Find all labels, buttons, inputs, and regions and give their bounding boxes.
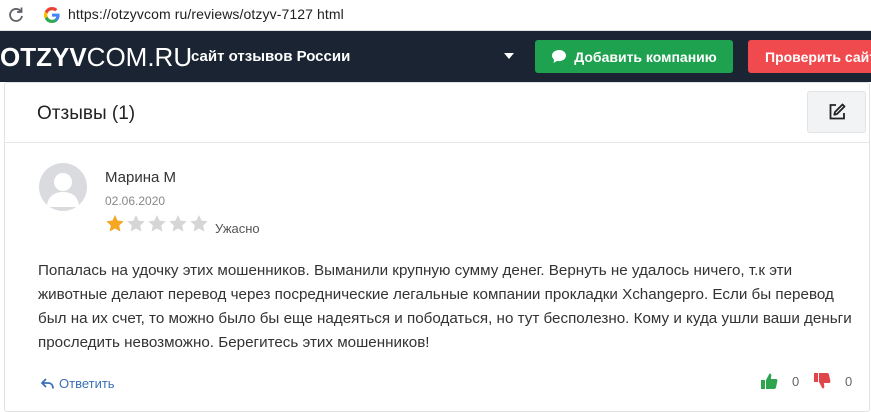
site-logo[interactable]: OTZYVCOM.RU xyxy=(0,42,192,72)
review-date: 02.06.2020 xyxy=(105,194,166,208)
write-review-button[interactable] xyxy=(807,91,866,133)
reply-icon xyxy=(41,377,54,389)
reply-label: Ответить xyxy=(59,376,115,391)
avatar xyxy=(39,163,87,211)
google-icon xyxy=(43,6,60,24)
reload-icon[interactable] xyxy=(6,5,26,25)
star-icon-filled xyxy=(106,215,124,232)
check-site-label: Проверить сайт xyxy=(765,48,871,65)
check-site-button[interactable]: Проверить сайт xyxy=(748,40,871,73)
add-company-button[interactable]: Добавить компанию xyxy=(535,40,733,73)
star-icon-empty xyxy=(190,215,208,232)
reviews-card: Отзывы (1) Марина М 02.06.2020 Ужасно По… xyxy=(4,82,870,412)
reviews-title: Отзывы (1) xyxy=(37,103,136,124)
star-icon-empty xyxy=(127,215,145,232)
browser-address-bar: https://otzyvcom ru/reviews/otzyv-7127 h… xyxy=(0,0,871,31)
add-company-label: Добавить компанию xyxy=(574,48,717,65)
chevron-down-icon[interactable] xyxy=(504,53,514,59)
edit-icon xyxy=(829,103,845,120)
logo-bold-text: OTZYV xyxy=(0,42,87,72)
star-icon-empty xyxy=(148,215,166,232)
like-count: 0 xyxy=(792,373,800,389)
url-text[interactable]: https://otzyvcom ru/reviews/otzyv-7127 h… xyxy=(68,6,344,22)
thumbs-down-icon xyxy=(814,373,831,389)
rating-stars xyxy=(105,214,209,233)
rating-label: Ужасно xyxy=(215,221,260,236)
review-author[interactable]: Марина М xyxy=(105,169,176,186)
star-icon-empty xyxy=(169,215,187,232)
logo-rest-text: COM.RU xyxy=(86,42,193,72)
reply-button[interactable]: Ответить xyxy=(41,376,115,391)
reviews-card-header: Отзывы (1) xyxy=(5,83,869,143)
site-tagline: сайт отзывов России xyxy=(191,48,351,65)
thumbs-up-icon xyxy=(761,373,778,389)
like-button[interactable]: 0 xyxy=(760,372,799,390)
review-text: Попалась на удочку этих мошенников. Выма… xyxy=(38,262,852,351)
chat-bubble-icon xyxy=(552,50,567,63)
user-placeholder-icon xyxy=(47,173,79,207)
dislike-button[interactable]: 0 xyxy=(813,372,852,390)
site-header: OTZYVCOM.RU сайт отзывов России Добавить… xyxy=(0,31,871,82)
dislike-count: 0 xyxy=(845,373,853,389)
